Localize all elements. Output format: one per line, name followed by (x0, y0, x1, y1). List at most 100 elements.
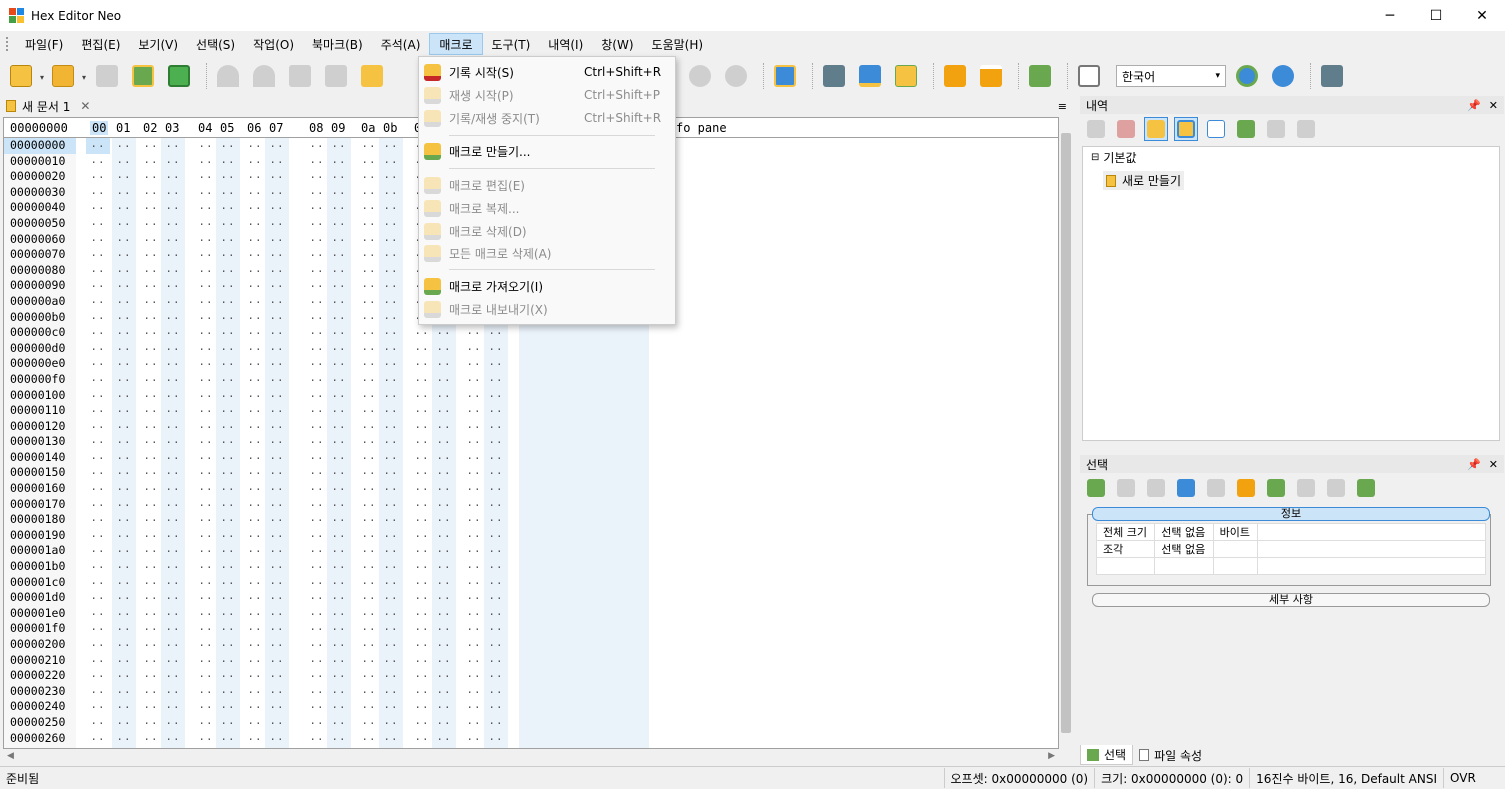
hex-cell[interactable]: .. (327, 325, 351, 341)
hex-cell[interactable]: .. (327, 138, 351, 154)
hex-cell[interactable]: .. (357, 325, 381, 341)
hex-cell[interactable]: .. (216, 715, 240, 731)
hex-cell[interactable]: .. (139, 294, 163, 310)
hex-cell[interactable]: .. (305, 309, 329, 326)
hex-cell[interactable]: .. (139, 278, 163, 294)
hex-cell[interactable]: .. (86, 294, 110, 310)
hex-cell[interactable]: .. (484, 730, 508, 747)
hex-cell[interactable]: .. (379, 465, 403, 481)
hex-cell[interactable]: .. (357, 621, 381, 637)
hex-cell[interactable]: .. (305, 652, 329, 669)
hex-cell[interactable]: .. (86, 465, 110, 481)
hex-cell[interactable]: .. (194, 559, 218, 575)
hex-cell[interactable]: .. (86, 325, 110, 341)
close-tab-icon[interactable]: ✕ (80, 99, 90, 113)
hex-cell[interactable]: .. (139, 481, 163, 497)
hex-cell[interactable]: .. (194, 216, 218, 232)
hex-column[interactable]: ........................................… (86, 138, 110, 748)
hex-column[interactable]: ........................................… (357, 138, 381, 748)
hex-cell[interactable]: .. (432, 340, 456, 357)
hex-cell[interactable]: .. (216, 231, 240, 248)
hex-cell[interactable]: .. (243, 465, 267, 481)
hex-cell[interactable]: .. (265, 340, 289, 357)
hex-cell[interactable]: .. (379, 247, 403, 263)
hex-cell[interactable]: .. (265, 262, 289, 279)
hex-cell[interactable]: .. (379, 715, 403, 731)
hex-column[interactable]: ........................................… (216, 138, 240, 748)
hex-cell[interactable]: .. (410, 340, 434, 357)
macro-menu-item[interactable]: 매크로 편집(E) (419, 174, 675, 196)
hex-cell[interactable]: .. (112, 216, 136, 232)
hex-cell[interactable]: .. (379, 621, 403, 637)
hex-cell[interactable]: .. (86, 184, 110, 201)
hex-cell[interactable]: .. (112, 278, 136, 294)
hex-cell[interactable]: .. (432, 652, 456, 669)
hex-cell[interactable]: .. (379, 527, 403, 544)
hex-cell[interactable]: .. (243, 605, 267, 622)
hex-cell[interactable]: .. (357, 496, 381, 513)
hex-cell[interactable]: .. (194, 543, 218, 559)
hex-cell[interactable]: .. (112, 512, 136, 528)
hex-cell[interactable]: .. (112, 138, 136, 154)
unlock-button[interactable] (976, 61, 1006, 91)
info-section-header[interactable]: 정보 (1092, 507, 1490, 521)
hex-cell[interactable]: .. (194, 418, 218, 435)
hex-cell[interactable]: .. (194, 683, 218, 700)
hex-cell[interactable]: .. (194, 590, 218, 606)
hex-cell[interactable]: .. (357, 543, 381, 559)
hex-cell[interactable]: .. (327, 200, 351, 216)
hex-cell[interactable]: .. (161, 434, 185, 450)
hex-cell[interactable]: .. (112, 325, 136, 341)
hex-cell[interactable]: .. (327, 278, 351, 294)
hex-cell[interactable]: .. (243, 309, 267, 326)
hex-cell[interactable]: .. (86, 605, 110, 622)
web-button[interactable] (1268, 61, 1298, 91)
hex-cell[interactable]: .. (410, 527, 434, 544)
hex-cell[interactable]: .. (379, 512, 403, 528)
replace-button[interactable] (770, 61, 800, 91)
hex-cell[interactable]: .. (484, 621, 508, 637)
hex-column[interactable]: ........................................… (139, 138, 163, 748)
hex-cell[interactable]: .. (216, 512, 240, 528)
hex-cell[interactable]: .. (327, 637, 351, 653)
hex-cell[interactable]: .. (484, 683, 508, 700)
hex-cell[interactable]: .. (161, 683, 185, 700)
hex-cell[interactable]: .. (216, 668, 240, 684)
hex-cell[interactable]: .. (265, 294, 289, 310)
hex-cell[interactable]: .. (305, 294, 329, 310)
hex-cell[interactable]: .. (112, 356, 136, 372)
hex-cell[interactable]: .. (305, 418, 329, 435)
hex-cell[interactable]: .. (265, 356, 289, 372)
hex-cell[interactable]: .. (265, 278, 289, 294)
hex-cell[interactable]: .. (462, 387, 486, 404)
hex-cell[interactable]: .. (265, 527, 289, 544)
hex-cell[interactable]: .. (357, 372, 381, 388)
minimize-button[interactable]: ─ (1367, 0, 1413, 31)
hex-cell[interactable]: .. (112, 403, 136, 419)
hex-column[interactable]: ........................................… (327, 138, 351, 748)
hex-cell[interactable]: .. (86, 527, 110, 544)
hex-cell[interactable]: .. (265, 325, 289, 341)
hex-cell[interactable]: .. (327, 543, 351, 559)
hex-cell[interactable]: .. (161, 278, 185, 294)
hex-cell[interactable]: .. (379, 450, 403, 466)
hex-cell[interactable]: .. (112, 153, 136, 170)
hex-cell[interactable]: .. (327, 340, 351, 357)
hex-cell[interactable]: .. (194, 668, 218, 684)
hex-cell[interactable]: .. (432, 403, 456, 419)
hex-cell[interactable]: .. (243, 387, 267, 404)
hex-cell[interactable]: .. (327, 590, 351, 606)
hex-cell[interactable]: .. (139, 730, 163, 747)
hex-cell[interactable]: .. (432, 372, 456, 388)
hex-cell[interactable]: .. (86, 543, 110, 559)
hex-cell[interactable]: .. (327, 730, 351, 747)
hex-cell[interactable]: .. (379, 481, 403, 497)
hex-cell[interactable]: .. (86, 652, 110, 669)
hex-cell[interactable]: .. (265, 512, 289, 528)
menu-help[interactable]: 도움말(H) (643, 33, 713, 55)
hex-cell[interactable]: .. (432, 356, 456, 372)
hex-cell[interactable]: .. (243, 527, 267, 544)
hex-cell[interactable]: .. (112, 372, 136, 388)
menu-select[interactable]: 선택(S) (187, 33, 244, 55)
hex-cell[interactable]: .. (410, 683, 434, 700)
